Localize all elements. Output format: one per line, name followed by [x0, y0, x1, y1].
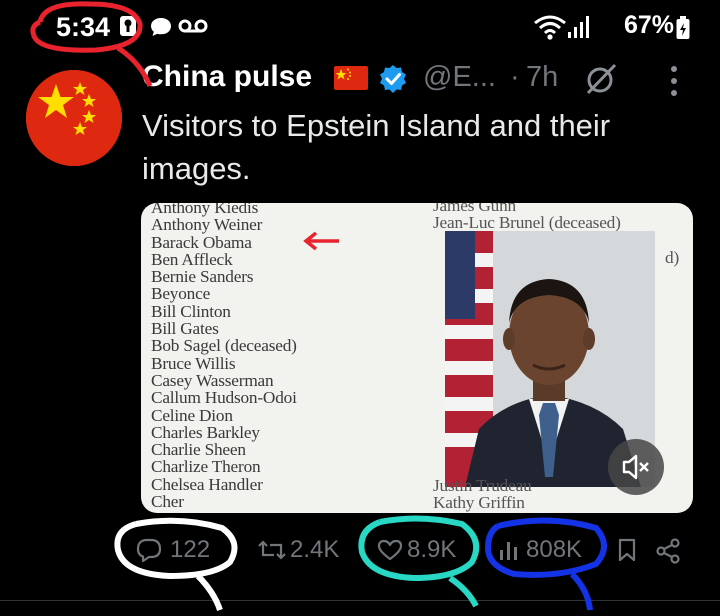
list-item: Bruce Willis [151, 353, 236, 373]
mute-button[interactable] [608, 439, 664, 495]
china-flag-avatar-icon [26, 70, 122, 166]
repost-button[interactable]: 2.4K [258, 528, 348, 572]
battery-percent: 67% [623, 11, 674, 39]
author-handle[interactable]: @E... [423, 61, 496, 94]
tweet-header: China pulse @E... · 7h [142, 60, 702, 100]
list-item: Charlize Theron [151, 457, 261, 477]
status-time: 5:34 [56, 12, 111, 42]
grok-icon[interactable] [584, 62, 618, 96]
list-item: Jean-Luc Brunel (deceased) [433, 213, 621, 233]
list-item: Callum Hudson-Odoi [151, 388, 297, 408]
list-item: Beyonce [151, 284, 211, 304]
app-notification-icon [120, 16, 136, 36]
reply-count: 122 [170, 536, 211, 563]
voicemail-icon [178, 19, 208, 33]
list-item: Ben Affleck [151, 249, 233, 269]
blue-annotation-tail [569, 571, 593, 611]
white-annotation-tail [195, 573, 223, 612]
list-item: Anthony Weiner [151, 215, 263, 235]
chat-bubble-icon [151, 18, 171, 36]
author-avatar[interactable] [26, 70, 122, 166]
tweet-timestamp[interactable]: 7h [526, 61, 558, 94]
name-list-right: James Gunn Jean-Luc Brunel (deceased) [433, 203, 693, 232]
cyan-annotation-tail [448, 575, 479, 608]
list-item: Casey Wasserman [151, 370, 274, 390]
share-icon[interactable] [655, 538, 681, 564]
speaker-muted-icon [622, 454, 649, 480]
red-arrow-icon [303, 231, 339, 251]
wifi-icon [534, 15, 566, 40]
china-flag-emoji-icon [334, 66, 368, 90]
views-button[interactable]: 808K [498, 528, 598, 572]
signal-icon [568, 16, 589, 38]
list-item: Chelsea Handler [151, 474, 263, 494]
reply-button[interactable]: 122 [136, 528, 226, 572]
like-count: 8.9K [407, 536, 457, 563]
list-item: Anthony Kiedis [151, 203, 259, 217]
tweet-actions: 122 2.4K 8.9K 808K [0, 528, 720, 572]
separator-dot: · [510, 61, 520, 93]
tweet-text: Visitors to Epstein Island and their ima… [142, 108, 611, 186]
like-button[interactable]: 8.9K [377, 528, 467, 572]
list-item: Cher [151, 492, 184, 512]
views-chart-icon [500, 542, 517, 560]
list-item: Bill Clinton [151, 301, 231, 321]
list-item: Charlie Sheen [151, 440, 246, 460]
repost-count: 2.4K [290, 536, 340, 563]
list-item: Kathy Griffin [433, 493, 525, 513]
list-item: Bob Sagel (deceased) [151, 336, 297, 356]
list-item: Bernie Sanders [151, 267, 254, 287]
more-options-icon[interactable] [664, 64, 684, 98]
name-list-left: Anthony Kiedis Anthony Weiner Barack Obama… [151, 203, 431, 510]
view-count: 808K [526, 536, 583, 563]
heart-icon [377, 539, 403, 561]
reply-icon [136, 538, 162, 562]
list-item-partial: d) [665, 248, 679, 267]
battery-icon [676, 16, 690, 39]
author-display-name[interactable]: China pulse [142, 60, 312, 94]
status-bar: 5:34 67% [0, 0, 720, 54]
list-item: Charles Barkley [151, 422, 260, 442]
list-item: Celine Dion [151, 405, 233, 425]
divider [0, 600, 720, 601]
tweet-media[interactable]: Anthony Kiedis Anthony Weiner Barack Obama… [141, 203, 693, 513]
repost-icon [258, 540, 286, 560]
list-item: Bill Gates [151, 319, 219, 339]
list-item: Barack Obama [151, 232, 252, 252]
verified-badge-icon [380, 65, 406, 93]
bookmark-icon[interactable] [617, 538, 637, 562]
